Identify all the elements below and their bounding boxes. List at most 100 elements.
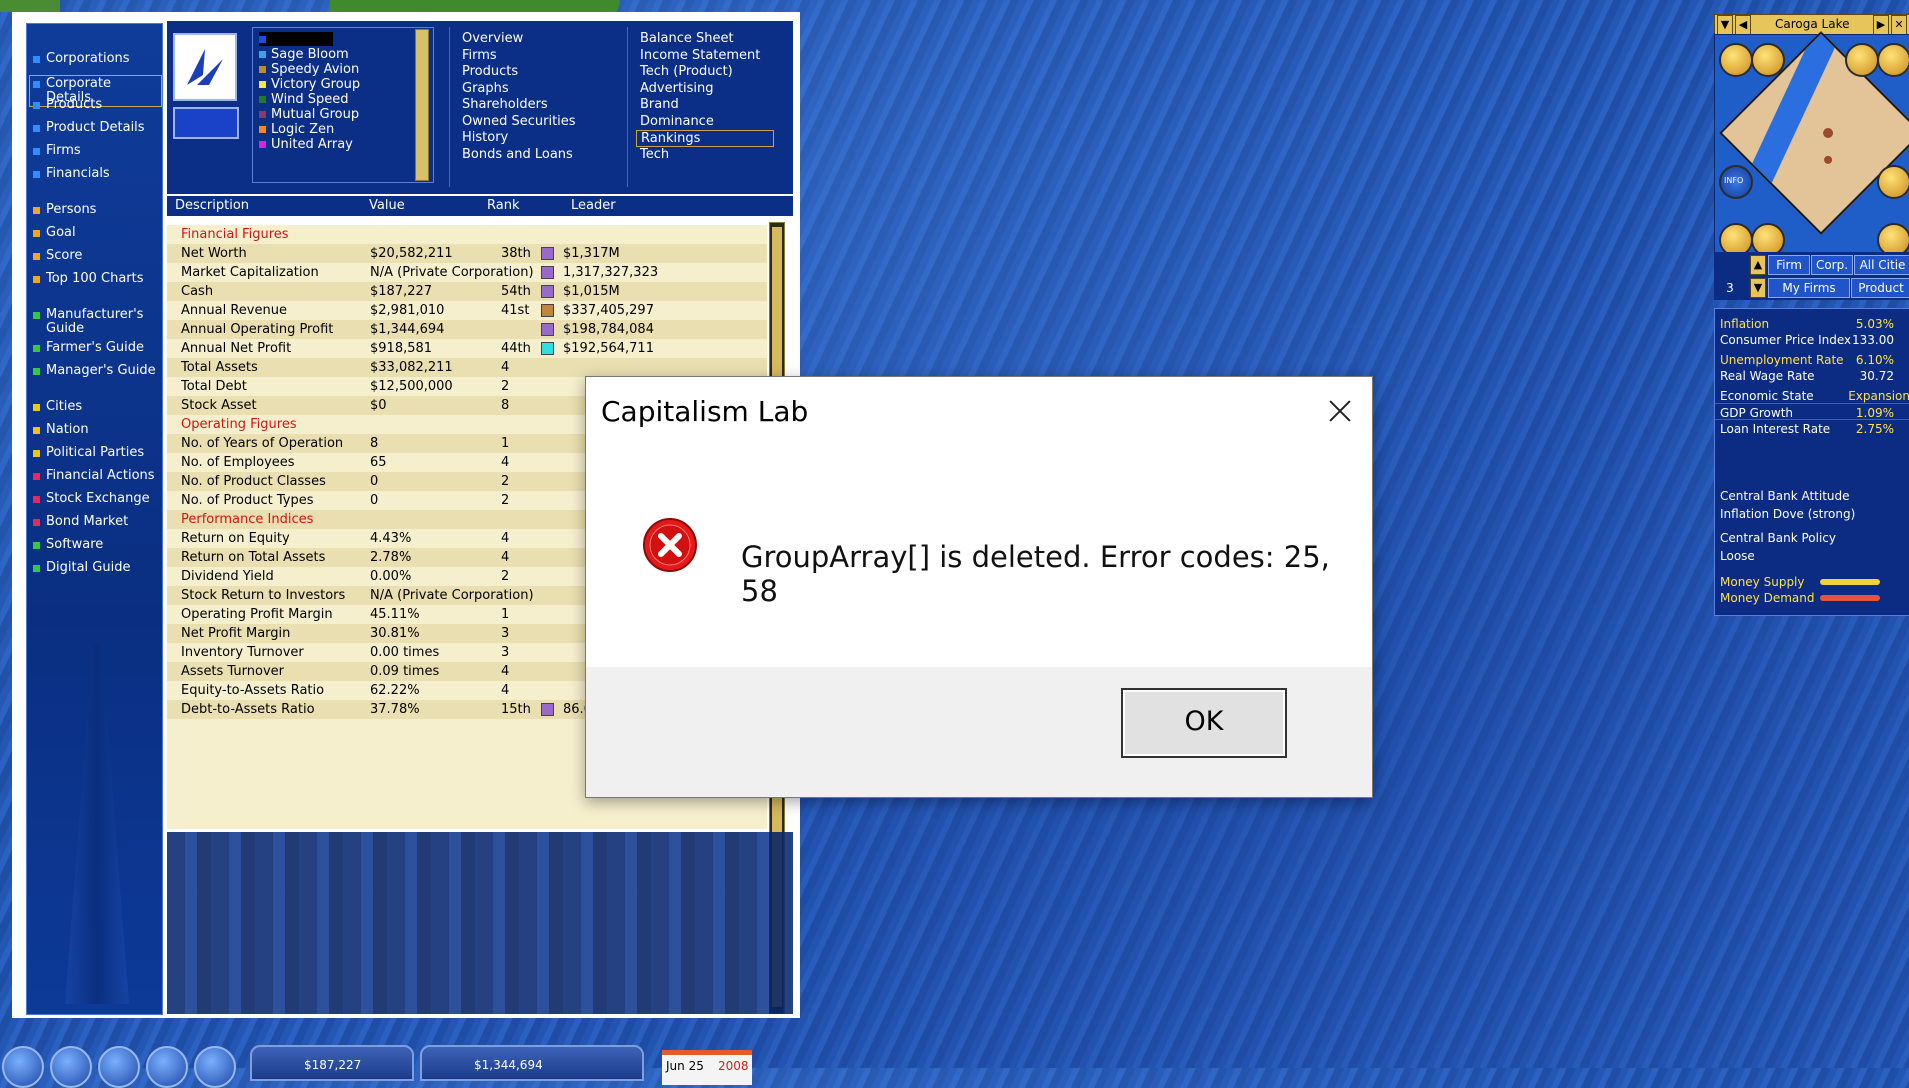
sidebar-item[interactable]: Top 100 Charts bbox=[33, 272, 144, 286]
corporation-list-item[interactable]: Victory Group bbox=[259, 77, 360, 92]
color-swatch-icon bbox=[259, 51, 266, 58]
corporation-list-item[interactable]: United Array bbox=[259, 137, 353, 152]
sidebar-item[interactable]: Bond Market bbox=[33, 515, 128, 529]
corporation-color-swatch[interactable] bbox=[173, 107, 239, 139]
city-icon[interactable] bbox=[2, 1046, 44, 1088]
sidebar-item-label: Manufacturer's Guide bbox=[46, 307, 144, 336]
corporation-list-item[interactable]: Wind Speed bbox=[259, 92, 349, 107]
close-icon[interactable] bbox=[1326, 397, 1354, 425]
minimap[interactable]: INFO bbox=[1714, 31, 1909, 258]
sidebar-item-label: Stock Exchange bbox=[46, 491, 150, 506]
menu2-item[interactable]: Advertising bbox=[640, 81, 714, 96]
menu2-item[interactable]: Rankings bbox=[636, 130, 774, 147]
sidebar-item[interactable]: Nation bbox=[33, 423, 89, 437]
menu2-item[interactable]: Dominance bbox=[640, 114, 714, 129]
sidebar-item[interactable]: Product Details bbox=[33, 121, 145, 135]
bullet-icon bbox=[33, 473, 40, 480]
menu1-item[interactable]: Products bbox=[462, 64, 518, 79]
close-panel-icon[interactable]: ✕ bbox=[1891, 15, 1907, 35]
sidebar-item[interactable]: Manager's Guide bbox=[33, 364, 156, 378]
leader-color-swatch bbox=[541, 304, 554, 317]
product-button[interactable]: Product bbox=[1851, 278, 1909, 298]
corporation-list-scrollbar[interactable] bbox=[415, 29, 429, 181]
menu1-item[interactable]: Overview bbox=[462, 31, 523, 46]
corporation-list-item[interactable]: Speedy Avion bbox=[259, 62, 359, 77]
my-firms-button[interactable]: My Firms bbox=[1768, 278, 1850, 298]
building-icon[interactable] bbox=[50, 1046, 92, 1088]
pie-chart-icon[interactable] bbox=[1845, 43, 1879, 77]
sidebar-item[interactable]: Cities bbox=[33, 400, 82, 414]
chart-icon[interactable] bbox=[1719, 43, 1753, 77]
corporation-list-item[interactable] bbox=[259, 32, 333, 46]
menu1-item[interactable]: Firms bbox=[462, 48, 497, 63]
corp-button[interactable]: Corp. bbox=[1811, 255, 1853, 275]
sidebar-item-label: Software bbox=[46, 537, 104, 552]
next-city-icon[interactable]: ▶ bbox=[1873, 15, 1889, 35]
dollar-icon[interactable] bbox=[1751, 43, 1785, 77]
bullet-icon bbox=[33, 253, 40, 260]
sidebar-item[interactable]: Financial Actions bbox=[33, 469, 155, 483]
corporation-name: United Array bbox=[271, 137, 353, 152]
header-leader: Leader bbox=[571, 198, 616, 213]
menu1-item[interactable]: Graphs bbox=[462, 81, 509, 96]
sidebar-item[interactable]: Farmer's Guide bbox=[33, 341, 144, 355]
corporation-list-item[interactable]: Mutual Group bbox=[259, 107, 359, 122]
sidebar-item[interactable]: Products bbox=[33, 98, 102, 112]
cash-panel[interactable]: $187,227 bbox=[250, 1045, 414, 1081]
globe-icon[interactable] bbox=[98, 1046, 140, 1088]
sidebar-item[interactable]: Manufacturer's Guide bbox=[33, 307, 144, 336]
leader-color-swatch bbox=[541, 247, 554, 260]
info-icon[interactable]: INFO bbox=[1719, 165, 1753, 199]
menu2-item[interactable]: Balance Sheet bbox=[640, 31, 734, 46]
bullet-icon bbox=[33, 230, 40, 237]
undo-icon[interactable] bbox=[194, 1046, 236, 1088]
dropdown-icon[interactable]: ▼ bbox=[1717, 15, 1733, 35]
menu2-item[interactable]: Income Statement bbox=[640, 48, 760, 63]
firm-button[interactable]: Firm bbox=[1768, 255, 1810, 275]
sidebar-item[interactable]: Digital Guide bbox=[33, 561, 130, 575]
cell-value: $12,500,000 bbox=[370, 379, 453, 394]
sidebar-item[interactable]: Financials bbox=[33, 167, 110, 181]
cell-rank: 4 bbox=[501, 683, 510, 698]
sidebar-item[interactable]: Goal bbox=[33, 226, 76, 240]
sidebar-item[interactable]: Software bbox=[33, 538, 103, 552]
sidebar-item[interactable]: Stock Exchange bbox=[33, 492, 150, 506]
all-cities-button[interactable]: All Citie bbox=[1854, 255, 1909, 275]
bullet-icon bbox=[33, 81, 40, 88]
corporation-name: Victory Group bbox=[271, 77, 361, 92]
menu2-item[interactable]: Tech (Product) bbox=[640, 64, 733, 79]
info-icon[interactable] bbox=[146, 1046, 188, 1088]
cell-rank: 38th bbox=[501, 246, 531, 261]
sidebar-item[interactable]: Political Parties bbox=[33, 446, 144, 460]
cell-rank: 3 bbox=[501, 645, 510, 660]
menu1-item[interactable]: History bbox=[462, 130, 508, 145]
menu2-item[interactable]: Brand bbox=[640, 97, 679, 112]
profit-panel[interactable]: $1,344,694 bbox=[420, 1045, 644, 1081]
cell-desc: Net Worth bbox=[181, 246, 247, 261]
tools-icon[interactable] bbox=[1877, 165, 1909, 199]
menu1-item[interactable]: Bonds and Loans bbox=[462, 147, 573, 162]
sidebar-item[interactable]: Score bbox=[33, 249, 82, 263]
tools-icon[interactable] bbox=[1877, 43, 1909, 77]
cell-desc: Total Assets bbox=[181, 360, 258, 375]
right-panel: ▼ ◀ Caroga Lake ▶ ✕ INFO ▲ Firm Corp. Al… bbox=[1714, 12, 1909, 634]
menu1-item[interactable]: Owned Securities bbox=[462, 114, 576, 129]
prev-city-icon[interactable]: ◀ bbox=[1735, 15, 1751, 35]
menu2-item[interactable]: Tech bbox=[640, 147, 669, 162]
bullet-icon bbox=[33, 312, 40, 319]
sidebar-item[interactable]: Firms bbox=[33, 144, 81, 158]
down-arrow-icon[interactable]: ▼ bbox=[1750, 278, 1766, 298]
sidebar-item-label: Score bbox=[46, 248, 83, 263]
up-arrow-icon[interactable]: ▲ bbox=[1750, 255, 1766, 275]
sidebar-item[interactable]: Corporations bbox=[33, 52, 130, 66]
ok-button[interactable]: OK bbox=[1121, 688, 1287, 758]
corporation-list-item[interactable]: Logic Zen bbox=[259, 122, 334, 137]
corporation-list-item[interactable]: Sage Bloom bbox=[259, 47, 349, 62]
bullet-icon bbox=[33, 125, 40, 132]
sidebar-item[interactable]: Persons bbox=[33, 203, 96, 217]
cell-desc: Annual Operating Profit bbox=[181, 322, 334, 337]
bullet-icon bbox=[33, 496, 40, 503]
menu1-item[interactable]: Shareholders bbox=[462, 97, 548, 112]
economy-label: Loan Interest Rate bbox=[1720, 422, 1831, 436]
cell-value: 0.00 times bbox=[370, 645, 440, 660]
